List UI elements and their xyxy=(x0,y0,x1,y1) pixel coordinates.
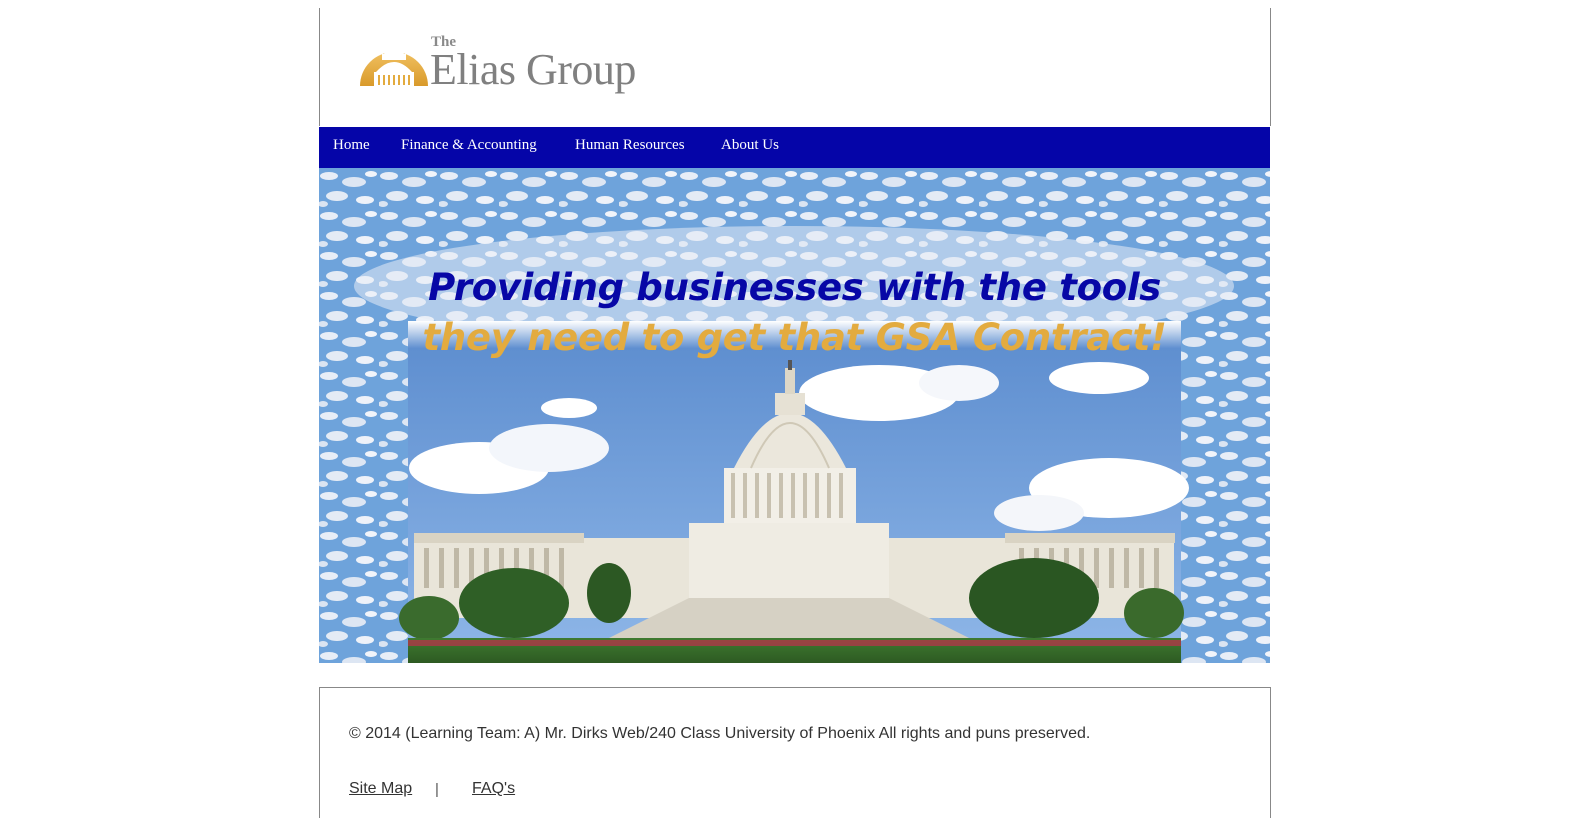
copyright-text: © 2014 (Learning Team: A) Mr. Dirks Web/… xyxy=(349,725,1091,742)
hero-banner: Providing businesses with the tools they… xyxy=(319,168,1270,663)
nav-item-home[interactable]: Home xyxy=(333,137,370,154)
hero-headline-line-2: they need to get that GSA Contract! xyxy=(422,316,1167,359)
site-map-link[interactable]: Site Map xyxy=(349,780,412,798)
capitol-dome-icon xyxy=(360,32,428,86)
site-footer: © 2014 (Learning Team: A) Mr. Dirks Web/… xyxy=(319,687,1271,818)
faq-link[interactable]: FAQ's xyxy=(472,780,515,798)
site-header: The Elias Group xyxy=(319,8,1271,126)
nav-item-human-resources[interactable]: Human Resources xyxy=(575,137,685,154)
logo-name-text: Elias Group xyxy=(430,45,636,94)
hero-image xyxy=(319,168,1270,663)
main-nav: Home Finance & Accounting Human Resource… xyxy=(319,127,1270,168)
page-container: The Elias Group Home Finance & Accountin… xyxy=(319,8,1271,818)
elias-group-logo[interactable]: The Elias Group xyxy=(358,30,678,100)
nav-item-about-us[interactable]: About Us xyxy=(721,137,779,154)
capitol-photo xyxy=(399,321,1189,663)
hero-headline-line-1: Providing businesses with the tools xyxy=(428,266,1161,309)
footer-link-separator: | xyxy=(435,781,439,798)
nav-item-finance-accounting[interactable]: Finance & Accounting xyxy=(401,137,537,154)
